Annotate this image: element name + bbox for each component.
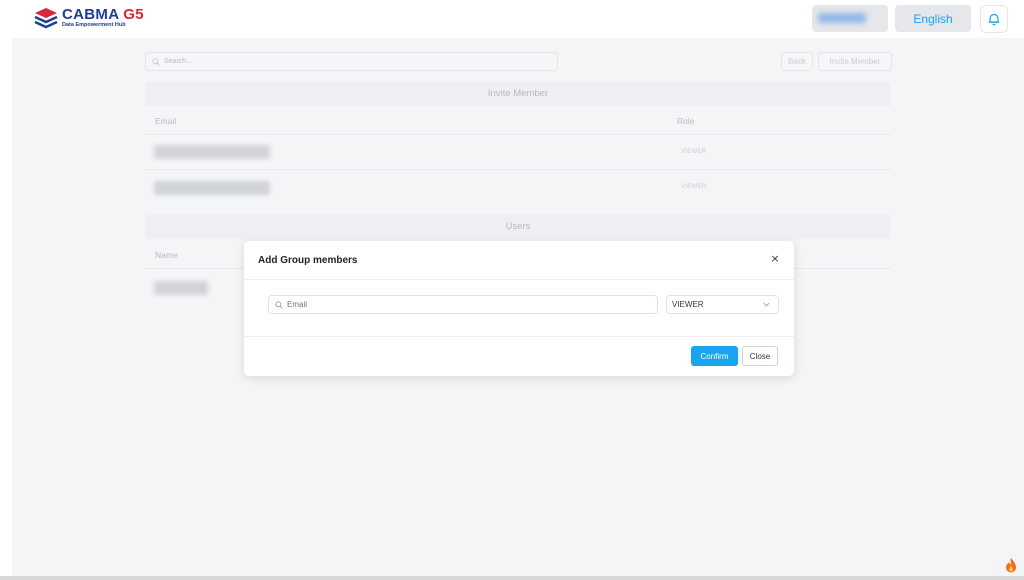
invite-email-redacted [154, 181, 270, 195]
invite-member-section-title: Invite Member [145, 82, 891, 106]
organization-button[interactable] [812, 5, 888, 32]
role-selected-value: VIEWER [672, 300, 704, 309]
app-logo[interactable]: CABMA G5 Data Empowerment Hub [34, 7, 144, 29]
search-input[interactable]: Search... [145, 52, 558, 71]
bell-icon [989, 13, 999, 26]
email-input[interactable] [287, 300, 627, 309]
user-name-redacted [154, 281, 208, 295]
logo-title: CABMA G5 [62, 6, 144, 24]
divider [244, 336, 794, 337]
top-header: CABMA G5 Data Empowerment Hub English [0, 0, 1024, 38]
invite-email-redacted [154, 145, 270, 159]
divider [244, 279, 794, 280]
notifications-button[interactable] [980, 5, 1008, 33]
invite-role-cell: VIEWER [681, 184, 707, 190]
close-icon[interactable]: × [767, 251, 783, 267]
search-placeholder: Search... [164, 58, 193, 65]
email-column-header: Email [155, 116, 177, 126]
role-select[interactable]: VIEWER [666, 295, 779, 314]
chevron-down-icon [763, 302, 770, 307]
divider [145, 134, 891, 135]
language-button[interactable]: English [895, 5, 971, 32]
divider [145, 169, 891, 170]
role-column-header: Role [677, 116, 695, 126]
flame-icon[interactable] [1003, 556, 1019, 574]
organization-name-redacted [818, 13, 866, 23]
add-group-members-dialog: Add Group members × VIEWER Confirm Close [244, 241, 794, 376]
stacked-layers-logo-icon [34, 8, 58, 29]
confirm-button[interactable]: Confirm [691, 346, 738, 366]
email-field[interactable] [268, 295, 658, 314]
logo-subtitle: Data Empowerment Hub [62, 22, 126, 29]
users-section-title: Users [145, 215, 891, 239]
invite-member-button[interactable]: Invite Member [818, 52, 892, 71]
invite-role-cell: VIEWER [681, 149, 707, 155]
horizontal-scrollbar[interactable] [0, 576, 1024, 580]
name-column-header: Name [155, 250, 178, 260]
search-icon [275, 300, 283, 309]
dialog-title: Add Group members [258, 255, 358, 266]
back-button[interactable]: Back [781, 52, 813, 71]
close-button[interactable]: Close [742, 346, 778, 366]
search-icon [152, 57, 160, 66]
